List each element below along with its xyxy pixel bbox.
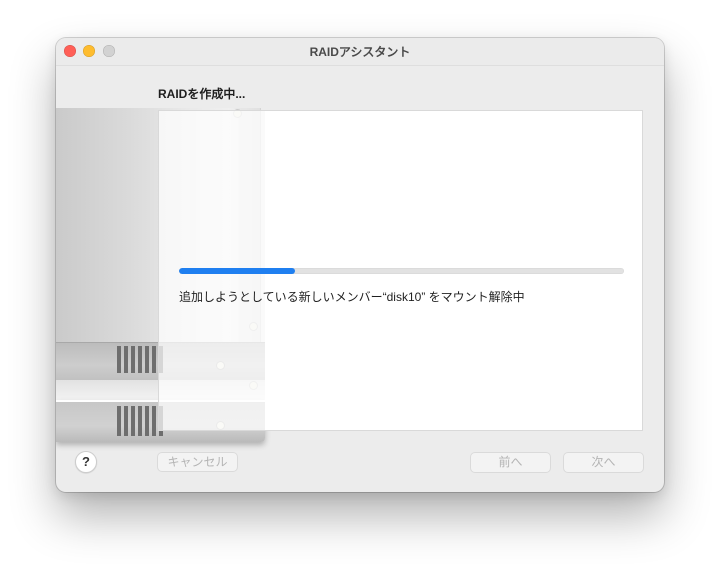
close-window-button[interactable] [64, 45, 76, 57]
raid-assistant-window: RAIDアシスタント RAIDを作成中... 追加しようとしている新しいメンバー… [56, 38, 664, 492]
zoom-window-button[interactable] [103, 45, 115, 57]
window-title: RAIDアシスタント [309, 45, 411, 59]
vent-grille-upper [117, 346, 163, 373]
page-heading: RAIDを作成中... [158, 87, 246, 101]
progress-fill [179, 268, 295, 274]
cancel-button[interactable]: キャンセル [157, 452, 238, 472]
help-button[interactable]: ? [75, 451, 97, 473]
progress-status-text: 追加しようとしている新しいメンバー“disk10” をマウント解除中 [179, 290, 525, 304]
back-button[interactable]: 前へ [470, 452, 551, 473]
content-panel: 追加しようとしている新しいメンバー“disk10” をマウント解除中 [158, 110, 643, 431]
title-bar[interactable]: RAIDアシスタント [56, 38, 664, 66]
progress-bar [179, 268, 624, 274]
next-button[interactable]: 次へ [563, 452, 644, 473]
minimize-window-button[interactable] [83, 45, 95, 57]
vent-grille-lower [117, 406, 163, 436]
